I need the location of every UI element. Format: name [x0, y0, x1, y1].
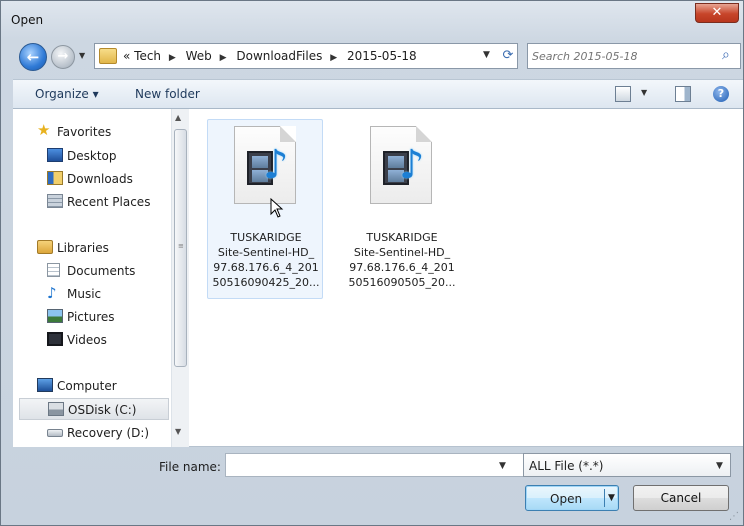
sidebar-item-libraries[interactable]: Libraries [37, 237, 187, 259]
sidebar-item-label: Recent Places [67, 195, 151, 209]
window-title: Open [11, 13, 44, 27]
file-name-dropdown-icon[interactable]: ▼ [499, 461, 506, 471]
dialog-footer: File name: ▼ ALL File (*.*) ▼ Open ▼ Can… [13, 447, 743, 525]
breadcrumb-separator-icon[interactable]: ▶ [169, 53, 176, 63]
music-icon: ♪ [47, 284, 57, 302]
file-name-label: File name: [159, 460, 221, 474]
sidebar-item-label: Downloads [67, 172, 133, 186]
chevron-down-icon: ▼ [716, 461, 723, 471]
file-item[interactable]: ♪ TUSKARIDGE Site-Sentinel-HD_ 97.68.176… [207, 119, 323, 299]
more-views-dropdown-icon[interactable]: ▼ [641, 88, 647, 97]
sidebar-item-documents[interactable]: Documents [47, 260, 189, 282]
disk-icon [48, 402, 64, 416]
documents-icon [47, 263, 60, 277]
sidebar-item-label: Pictures [67, 310, 115, 324]
recent-locations-dropdown-icon[interactable]: ▼ [79, 51, 89, 63]
open-options-dropdown-icon[interactable]: ▼ [608, 493, 615, 503]
file-name: TUSKARIDGE Site-Sentinel-HD_ 97.68.176.6… [348, 231, 456, 289]
grip-icon: ≡ [178, 242, 184, 250]
sidebar-item-label: Desktop [67, 149, 117, 163]
libraries-icon [37, 240, 53, 254]
sidebar-item-computer[interactable]: Computer [37, 375, 187, 397]
scroll-up-icon[interactable]: ▲ [175, 113, 181, 122]
sidebar-item-favorites[interactable]: ★ Favorites [37, 121, 187, 143]
breadcrumb-separator-icon[interactable]: ▶ [220, 53, 227, 63]
pictures-icon [47, 309, 63, 323]
sidebar-item-label: Videos [67, 333, 107, 347]
breadcrumb-item[interactable]: « Tech [123, 49, 161, 63]
sidebar-item-label: OSDisk (C:) [68, 403, 137, 417]
open-dialog: Open ✕ ← → ▼ « Tech ▶ Web ▶ DownloadFile… [0, 0, 744, 526]
sidebar-item-label: Documents [67, 264, 136, 278]
sidebar-item-label: Favorites [57, 125, 112, 139]
drive-icon [47, 429, 63, 437]
forward-button[interactable]: → [51, 45, 75, 69]
breadcrumb-item[interactable]: Web [186, 49, 212, 63]
title-bar[interactable]: Open ✕ [1, 1, 743, 39]
refresh-icon[interactable]: ⟳ [499, 47, 517, 65]
file-name-input[interactable] [225, 453, 525, 477]
search-icon[interactable]: ⌕ [722, 47, 738, 65]
navigation-row: ← → ▼ « Tech ▶ Web ▶ DownloadFiles ▶ 201… [13, 41, 743, 73]
breadcrumb: « Tech ▶ Web ▶ DownloadFiles ▶ 2015-05-1… [123, 49, 421, 65]
address-dropdown-icon[interactable]: ▼ [483, 50, 490, 60]
file-item[interactable]: ♪ TUSKARIDGE Site-Sentinel-HD_ 97.68.176… [343, 119, 459, 299]
file-type-select[interactable]: ALL File (*.*) ▼ [523, 453, 731, 477]
navigation-scrollbar[interactable]: ▲ ≡ ▼ [171, 109, 189, 447]
sidebar-item-label: Music [67, 287, 102, 301]
computer-icon [37, 378, 53, 392]
videos-icon [47, 332, 63, 346]
scroll-down-icon[interactable]: ▼ [175, 427, 181, 436]
address-bar[interactable]: « Tech ▶ Web ▶ DownloadFiles ▶ 2015-05-1… [94, 43, 518, 69]
back-button[interactable]: ← [19, 43, 47, 71]
split-divider [604, 489, 605, 507]
breadcrumb-item[interactable]: DownloadFiles [236, 49, 322, 63]
folder-icon [99, 48, 117, 64]
sidebar-item-label: Computer [57, 379, 117, 393]
command-toolbar: Organize ▾ New folder ▼ ? [13, 79, 743, 109]
help-icon[interactable]: ? [713, 86, 729, 102]
search-input[interactable] [532, 46, 712, 66]
breadcrumb-item[interactable]: 2015-05-18 [347, 49, 417, 63]
resize-grip-icon[interactable]: ⋰ [729, 511, 739, 522]
cancel-button[interactable]: Cancel [633, 485, 729, 511]
sidebar-item-pictures[interactable]: Pictures [47, 306, 189, 328]
change-view-icon[interactable] [615, 86, 631, 102]
star-icon: ★ [37, 121, 51, 139]
sidebar-item-osdisk[interactable]: OSDisk (C:) [19, 398, 169, 420]
recent-places-icon [47, 194, 63, 208]
file-list: ♪ TUSKARIDGE Site-Sentinel-HD_ 97.68.176… [191, 109, 743, 447]
media-file-icon: ♪ [234, 126, 296, 204]
close-button[interactable]: ✕ [695, 3, 739, 23]
sidebar-item-recovery[interactable]: Recovery (D:) [47, 422, 189, 444]
sidebar-item-videos[interactable]: Videos [47, 329, 189, 351]
file-name: TUSKARIDGE Site-Sentinel-HD_ 97.68.176.6… [212, 231, 320, 289]
media-file-icon: ♪ [370, 126, 432, 204]
search-box[interactable]: ⌕ [527, 43, 741, 69]
preview-pane-icon[interactable] [675, 86, 691, 102]
organize-button[interactable]: Organize ▾ [35, 87, 99, 101]
open-button[interactable]: Open ▼ [525, 485, 619, 511]
scrollbar-thumb[interactable]: ≡ [174, 129, 187, 367]
downloads-icon [47, 171, 63, 185]
file-type-value: ALL File (*.*) [529, 459, 604, 473]
breadcrumb-separator-icon[interactable]: ▶ [330, 53, 337, 63]
sidebar-item-label: Recovery (D:) [67, 426, 150, 440]
desktop-icon [47, 148, 63, 162]
sidebar-item-music[interactable]: ♪ Music [47, 283, 189, 305]
open-button-label: Open [550, 492, 583, 506]
content-area: ★ Favorites Desktop Downloads Recent Pla… [13, 109, 743, 447]
new-folder-button[interactable]: New folder [135, 87, 200, 101]
sidebar-item-label: Libraries [57, 241, 109, 255]
sidebar-item-recent-places[interactable]: Recent Places [47, 191, 189, 213]
mouse-pointer-icon [270, 198, 284, 218]
sidebar-item-desktop[interactable]: Desktop [47, 145, 189, 167]
sidebar-item-downloads[interactable]: Downloads [47, 168, 189, 190]
navigation-pane: ★ Favorites Desktop Downloads Recent Pla… [13, 109, 189, 447]
